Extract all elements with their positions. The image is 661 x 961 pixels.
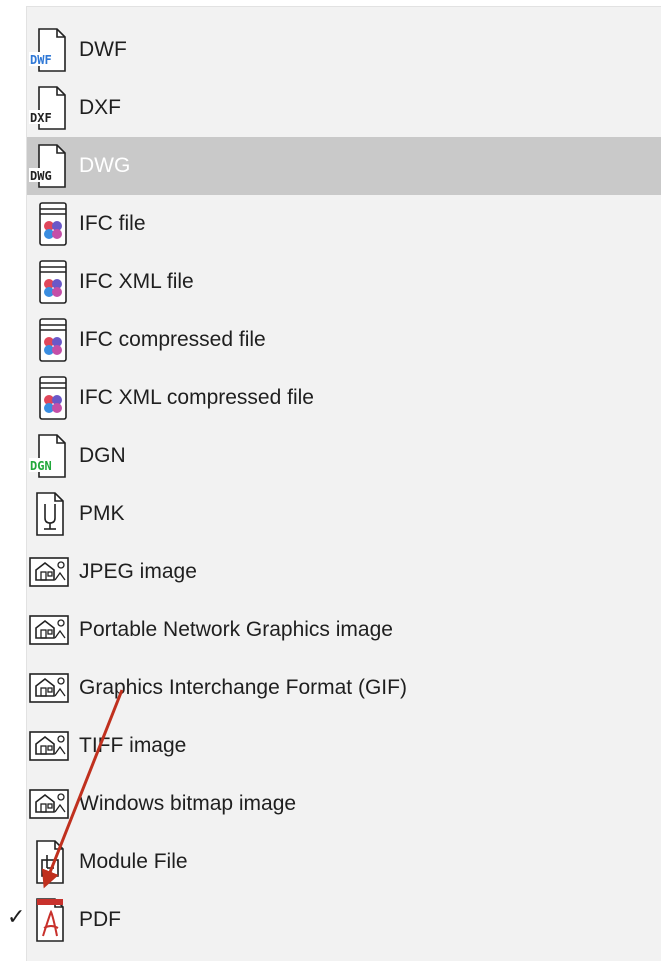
dwg-file-icon: DWG xyxy=(27,142,71,190)
image-file-icon xyxy=(27,606,71,654)
menu-item-label: DGN xyxy=(79,444,126,467)
menu-item-jpeg-image[interactable]: JPEG image xyxy=(27,543,661,601)
menu-item-bmp-image[interactable]: Windows bitmap image xyxy=(27,775,661,833)
menu-item-tiff-image[interactable]: TIFF image xyxy=(27,717,661,775)
image-file-icon xyxy=(27,548,71,596)
menu-item-label: IFC XML file xyxy=(79,270,194,293)
menu-item-label: DWG xyxy=(79,154,131,177)
ifc-file-icon xyxy=(27,374,71,422)
svg-text:DGN: DGN xyxy=(30,459,52,473)
menu-item-module-file[interactable]: Module File xyxy=(27,833,661,891)
menu-item-label: DXF xyxy=(79,96,121,119)
pdf-file-icon xyxy=(27,896,71,944)
module-file-icon xyxy=(27,838,71,886)
menu-item-label: Module File xyxy=(79,850,188,873)
dxf-file-icon: DXF xyxy=(27,84,71,132)
image-file-icon xyxy=(27,780,71,828)
menu-item-ifc-compressed-file[interactable]: IFC compressed file xyxy=(27,311,661,369)
menu-item-label: IFC XML compressed file xyxy=(79,386,314,409)
file-format-menu: DWF DWF DXF DXF DWG DWG IFC file IFC XML… xyxy=(7,6,661,961)
menu-item-pmk[interactable]: PMK xyxy=(27,485,661,543)
pmk-file-icon xyxy=(27,490,71,538)
image-file-icon xyxy=(27,664,71,712)
menu-item-label: Portable Network Graphics image xyxy=(79,618,393,641)
checkmark-icon: ✓ xyxy=(7,905,26,930)
menu-item-label: IFC compressed file xyxy=(79,328,266,351)
dgn-file-icon: DGN xyxy=(27,432,71,480)
svg-text:DXF: DXF xyxy=(30,111,52,125)
menu-item-dwf[interactable]: DWF DWF xyxy=(27,21,661,79)
menu-item-label: TIFF image xyxy=(79,734,187,757)
svg-text:DWF: DWF xyxy=(30,53,52,67)
menu-item-dxf[interactable]: DXF DXF xyxy=(27,79,661,137)
dwf-file-icon: DWF xyxy=(27,26,71,74)
menu-item-ifc-file[interactable]: IFC file xyxy=(27,195,661,253)
menu-item-label: JPEG image xyxy=(79,560,197,583)
menu-item-ifc-xml-file[interactable]: IFC XML file xyxy=(27,253,661,311)
ifc-file-icon xyxy=(27,200,71,248)
menu-item-dgn[interactable]: DGN DGN xyxy=(27,427,661,485)
menu-item-png-image[interactable]: Portable Network Graphics image xyxy=(27,601,661,659)
svg-text:DWG: DWG xyxy=(30,169,52,183)
menu-item-label: IFC file xyxy=(79,212,146,235)
menu-item-dwg[interactable]: DWG DWG xyxy=(27,137,661,195)
menu-item-pdf[interactable]: ✓ PDF xyxy=(7,891,661,949)
menu-item-ifc-xml-compressed-file[interactable]: IFC XML compressed file xyxy=(27,369,661,427)
menu-item-gif-image[interactable]: Graphics Interchange Format (GIF) xyxy=(27,659,661,717)
menu-item-label: Graphics Interchange Format (GIF) xyxy=(79,676,407,699)
menu-item-label: DWF xyxy=(79,38,127,61)
ifc-file-icon xyxy=(27,316,71,364)
menu-item-label: Windows bitmap image xyxy=(79,792,297,815)
menu-item-label: PDF xyxy=(79,908,121,931)
ifc-file-icon xyxy=(27,258,71,306)
menu-item-label: PMK xyxy=(79,502,125,525)
image-file-icon xyxy=(27,722,71,770)
